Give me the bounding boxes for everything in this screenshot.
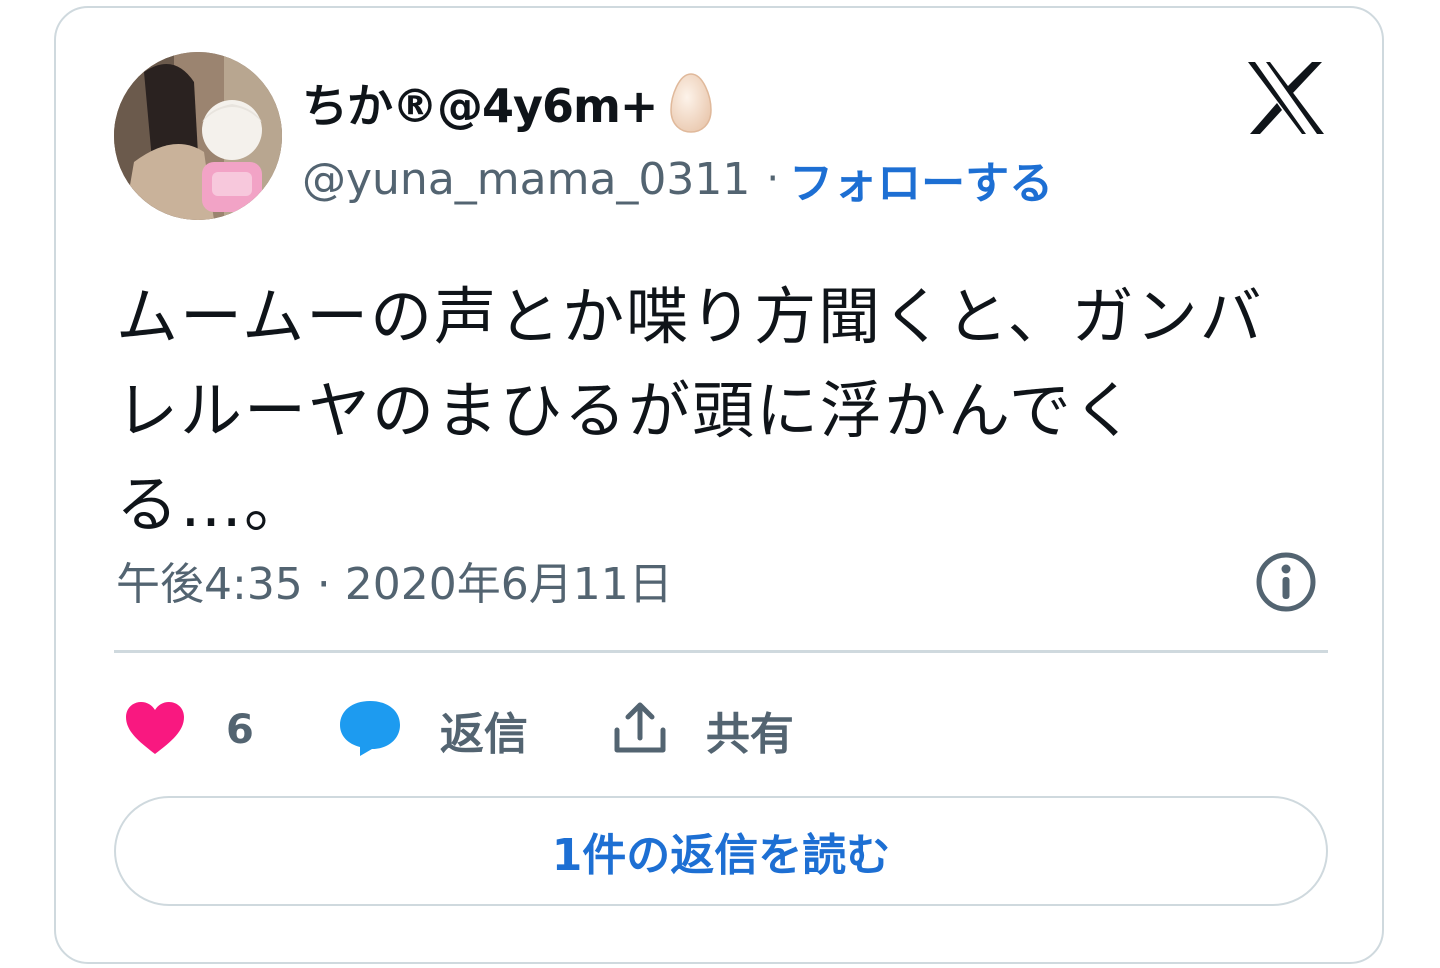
display-name-row: ちか®@4y6m+	[302, 68, 713, 138]
egg-emoji-icon	[669, 72, 713, 134]
avatar[interactable]	[114, 52, 282, 220]
x-logo-icon[interactable]	[1246, 60, 1326, 136]
speech-bubble-icon	[338, 699, 402, 761]
share-upload-icon	[612, 700, 668, 760]
read-replies-button[interactable]: 1件の返信を読む	[114, 796, 1328, 906]
action-bar: 6 返信 共有	[124, 688, 878, 772]
info-icon[interactable]	[1254, 550, 1318, 614]
reply-label: 返信	[439, 709, 528, 760]
heart-icon	[124, 700, 186, 760]
display-name[interactable]: ちか®@4y6m+	[302, 70, 658, 136]
tweet-text: ムームーの声とか喋り方聞くと、ガンバレルーヤのまひるが頭に浮かんでくる…。	[116, 280, 1264, 541]
separator-dot: ·	[766, 156, 780, 202]
like-button[interactable]: 6	[124, 700, 254, 760]
handle-row: @yuna_mama_0311 · フォローする	[302, 144, 1053, 214]
share-label: 共有	[705, 709, 794, 760]
divider	[114, 650, 1328, 653]
reply-button[interactable]: 返信	[338, 698, 528, 762]
avatar-image	[114, 52, 282, 220]
share-button[interactable]: 共有	[612, 698, 794, 762]
follow-button[interactable]: フォローする	[789, 147, 1053, 211]
tweet-timestamp[interactable]: 午後4:35 · 2020年6月11日	[116, 548, 673, 612]
like-count: 6	[226, 707, 254, 753]
user-handle[interactable]: @yuna_mama_0311	[302, 154, 750, 205]
tweet-card: ちか®@4y6m+ @yuna_mama_0311 · フォローする ムームーの…	[54, 6, 1384, 964]
